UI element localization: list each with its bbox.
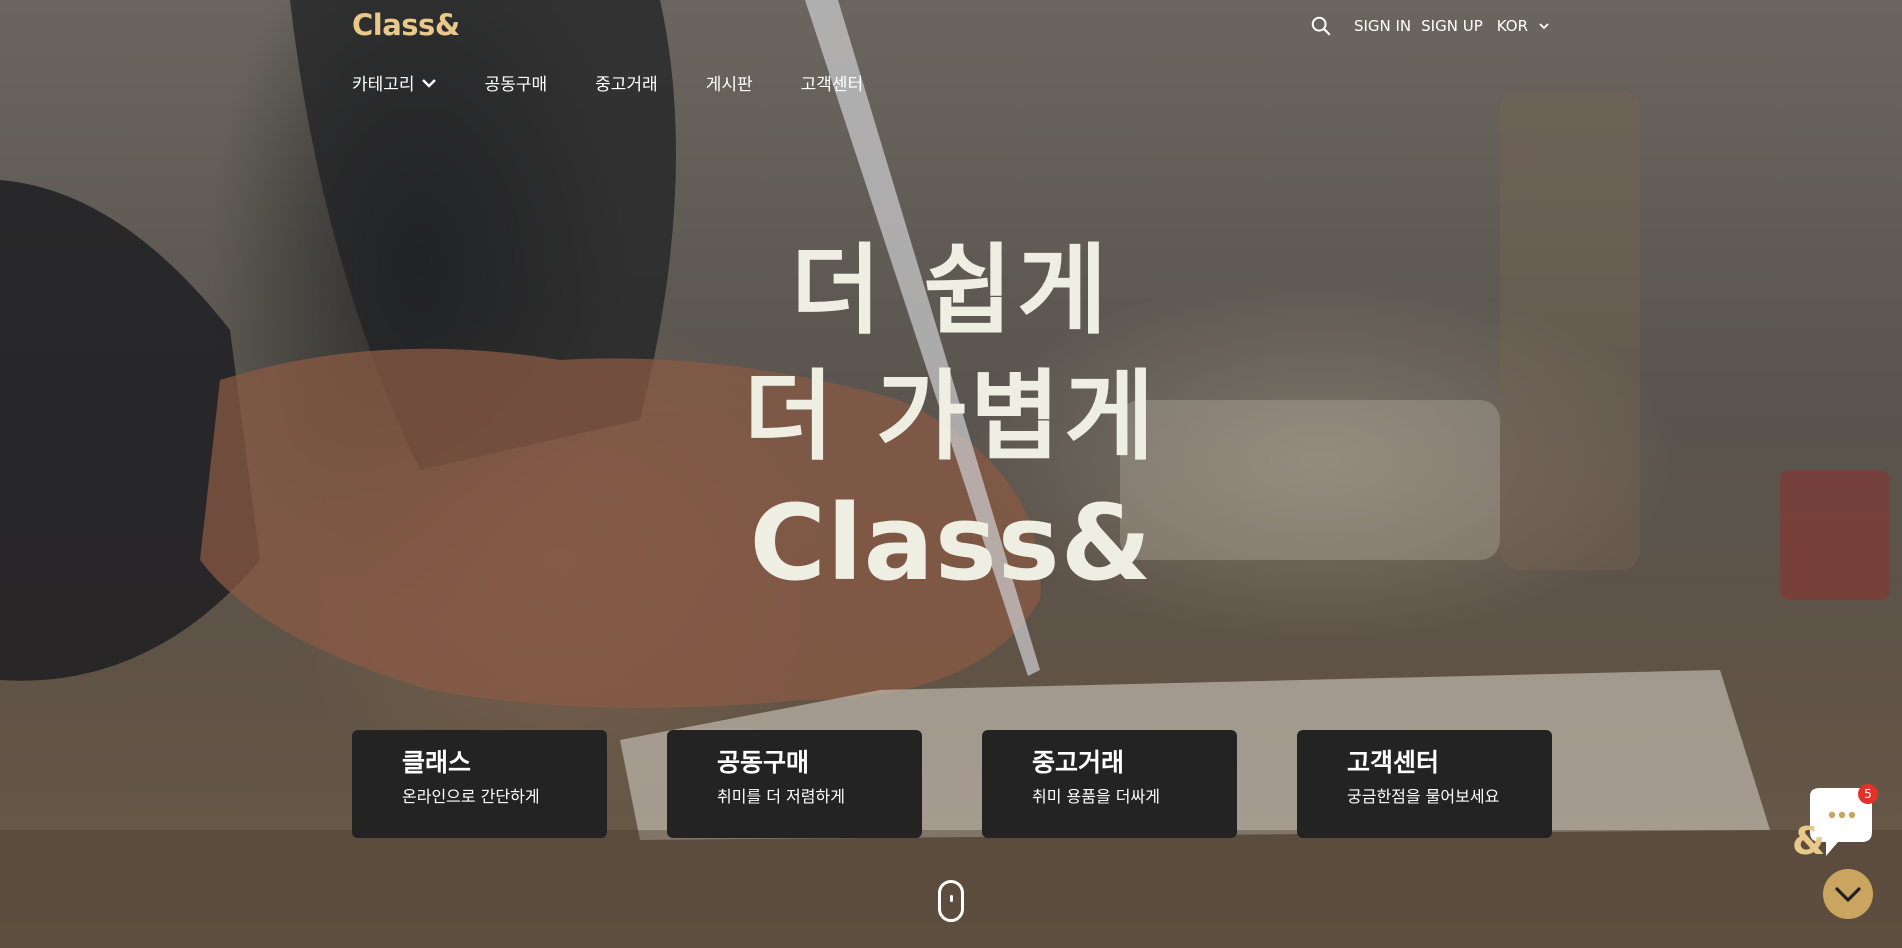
hero-title: 더 쉽게 더 가볍게 Class&: [0, 228, 1902, 606]
card-group-buy[interactable]: 공동구매 취미를 더 저렴하게: [667, 730, 922, 838]
nav-item-category[interactable]: 카테고리: [352, 70, 437, 95]
nav-item-board[interactable]: 게시판: [706, 70, 753, 95]
mouse-wheel: [950, 895, 953, 902]
sign-up-link[interactable]: SIGN UP: [1421, 17, 1483, 35]
chevron-down-icon: [1539, 23, 1549, 30]
feature-cards: 클래스 온라인으로 간단하게 공동구매 취미를 더 저렴하게 중고거래 취미 용…: [352, 730, 1552, 838]
main-navigation: 카테고리 공동구매 중고거래 게시판 고객센터: [352, 70, 911, 95]
nav-item-customer-center[interactable]: 고객센터: [801, 70, 864, 95]
card-title: 공동구매: [717, 748, 810, 777]
card-used-trade[interactable]: 중고거래 취미 용품을 더싸게: [982, 730, 1237, 838]
nav-item-label: 카테고리: [352, 75, 415, 95]
card-subtitle: 취미를 더 저렴하게: [717, 787, 845, 806]
nav-item-used-trade[interactable]: 중고거래: [595, 70, 658, 95]
svg-text:&: &: [1792, 819, 1825, 860]
hero-line-1: 더 쉽게: [790, 234, 1112, 348]
card-class[interactable]: 클래스 온라인으로 간단하게: [352, 730, 607, 838]
hero-line-2: 더 가볍게: [743, 360, 1159, 474]
scroll-mouse-icon: [938, 880, 964, 922]
language-label: KOR: [1496, 17, 1528, 35]
sign-in-link[interactable]: SIGN IN: [1354, 17, 1411, 35]
language-selector[interactable]: KOR: [1497, 17, 1550, 35]
site-logo[interactable]: Class&: [352, 8, 460, 42]
card-customer-center[interactable]: 고객센터 궁금한점을 물어보세요: [1297, 730, 1552, 838]
card-title: 고객센터: [1347, 748, 1440, 777]
card-subtitle: 취미 용품을 더싸게: [1032, 787, 1160, 806]
card-title: 클래스: [402, 748, 472, 777]
scroll-down-button[interactable]: [1823, 869, 1873, 919]
search-icon[interactable]: [1310, 15, 1332, 37]
card-subtitle: 온라인으로 간단하게: [402, 787, 540, 806]
chevron-down-icon: [421, 78, 436, 88]
chevron-down-icon: [1835, 887, 1861, 902]
card-title: 중고거래: [1032, 748, 1125, 777]
nav-item-group-buy[interactable]: 공동구매: [485, 70, 548, 95]
chat-notification-badge[interactable]: 5: [1858, 784, 1878, 804]
hero-line-3: Class&: [749, 482, 1153, 604]
card-subtitle: 궁금한점을 물어보세요: [1347, 787, 1500, 806]
top-navigation: SIGN IN SIGN UP KOR: [1310, 15, 1550, 37]
